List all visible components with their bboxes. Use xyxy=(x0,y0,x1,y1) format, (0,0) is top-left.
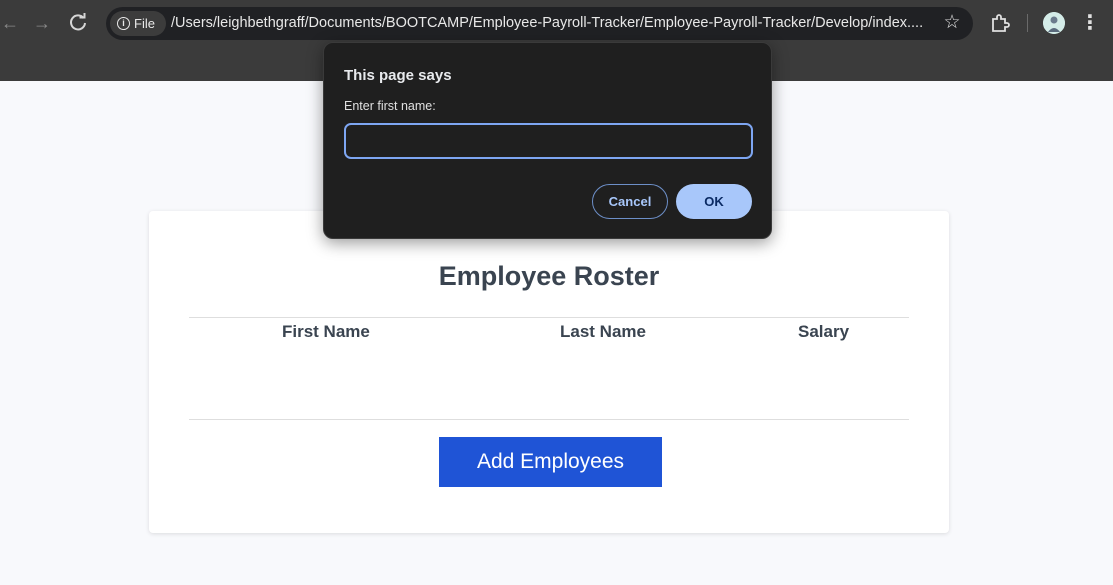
column-header-last-name: Last Name xyxy=(560,322,646,341)
forward-arrow-icon[interactable]: → xyxy=(30,11,54,35)
roster-card: Employee Roster First Name Last Name Sal… xyxy=(149,211,949,533)
site-info-chip[interactable]: i File xyxy=(110,11,166,36)
table-bottom-divider xyxy=(189,419,909,420)
toolbar-separator xyxy=(1027,14,1028,32)
address-bar[interactable]: i File /Users/leighbethgraff/Documents/B… xyxy=(106,7,973,40)
cancel-button[interactable]: Cancel xyxy=(592,184,668,219)
kebab-menu-icon[interactable]: ⋮ xyxy=(1080,11,1100,35)
prompt-dialog: This page says Enter first name: Cancel … xyxy=(323,42,772,239)
puzzle-icon[interactable] xyxy=(988,11,1012,35)
ok-button[interactable]: OK xyxy=(676,184,752,219)
first-name-input[interactable] xyxy=(344,123,753,159)
column-header-salary: Salary xyxy=(798,322,850,341)
dialog-message: Enter first name: xyxy=(344,99,436,113)
info-icon: i xyxy=(117,17,130,30)
reload-icon[interactable] xyxy=(66,11,90,35)
avatar[interactable] xyxy=(1043,12,1065,34)
table-top-divider xyxy=(189,317,909,318)
page-title: Employee Roster xyxy=(438,261,660,291)
dialog-title: This page says xyxy=(344,67,452,84)
star-icon[interactable]: ☆ xyxy=(941,12,963,34)
add-employees-button[interactable]: Add Employees xyxy=(439,437,662,487)
site-chip-label: File xyxy=(134,16,155,31)
browser-toolbar: ← → i File /Users/leighbethgraff/Documen… xyxy=(0,0,1113,46)
url-text[interactable]: /Users/leighbethgraff/Documents/BOOTCAMP… xyxy=(171,7,941,40)
back-arrow-icon[interactable]: ← xyxy=(0,11,22,35)
column-header-first-name: First Name xyxy=(282,322,370,341)
